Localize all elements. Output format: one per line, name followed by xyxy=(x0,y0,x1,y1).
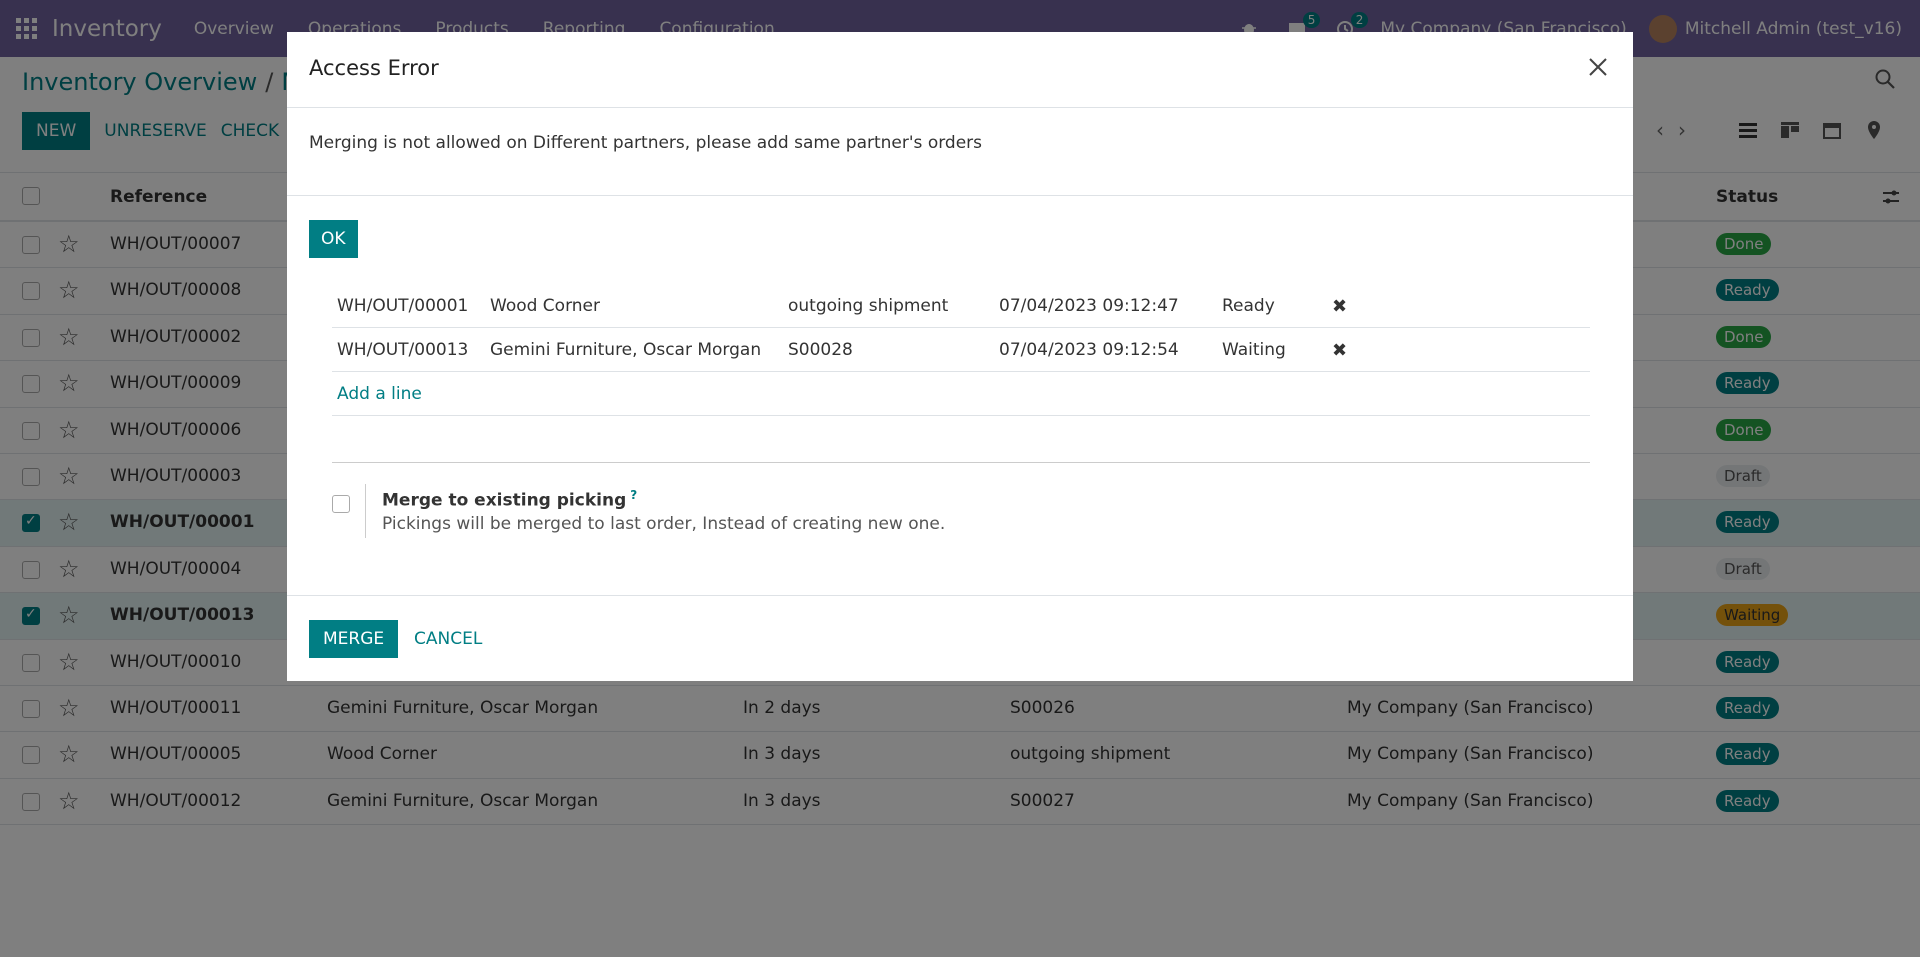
wizard-line: WH/OUT/00013 Gemini Furniture, Oscar Mor… xyxy=(332,328,1590,372)
line-partner: Wood Corner xyxy=(490,296,600,316)
line-state: Ready xyxy=(1222,296,1275,316)
dialog-title: Access Error xyxy=(309,56,439,80)
access-error-dialog: Access Error Merging is not allowed on D… xyxy=(287,32,1633,281)
dialog-footer: OK xyxy=(309,220,358,258)
help-tooltip-icon[interactable]: ? xyxy=(630,488,637,502)
add-line-row: Add a line xyxy=(332,372,1590,416)
line-origin: S00028 xyxy=(788,340,853,360)
close-icon[interactable] xyxy=(1587,56,1611,80)
line-origin: outgoing shipment xyxy=(788,296,949,316)
wizard-divider xyxy=(332,462,1590,463)
wizard-pickings-table: WH/OUT/00001 Wood Corner outgoing shipme… xyxy=(332,284,1590,416)
line-partner: Gemini Furniture, Oscar Morgan xyxy=(490,340,762,360)
line-state: Waiting xyxy=(1222,340,1286,360)
ok-button[interactable]: OK xyxy=(309,220,358,258)
add-line-link[interactable]: Add a line xyxy=(337,384,422,404)
line-date: 07/04/2023 09:12:54 xyxy=(999,340,1179,360)
line-reference: WH/OUT/00013 xyxy=(337,340,469,360)
error-message: Merging is not allowed on Different part… xyxy=(309,133,983,153)
merge-existing-checkbox[interactable] xyxy=(332,495,350,513)
wizard-line: WH/OUT/00001 Wood Corner outgoing shipme… xyxy=(332,284,1590,328)
merge-button[interactable]: MERGE xyxy=(309,620,399,658)
delete-line-icon[interactable]: ✖ xyxy=(1332,296,1347,317)
merge-existing-description: Pickings will be merged to last order, I… xyxy=(382,514,946,534)
dialog-header: Access Error xyxy=(287,32,1633,108)
wizard-footer: MERGE CANCEL xyxy=(287,595,1633,681)
merge-existing-label: Merge to existing picking? xyxy=(382,488,638,511)
line-reference: WH/OUT/00001 xyxy=(337,296,469,316)
merge-existing-option: Merge to existing picking? Pickings will… xyxy=(332,484,1032,538)
dialog-body: Merging is not allowed on Different part… xyxy=(287,108,1633,196)
line-date: 07/04/2023 09:12:47 xyxy=(999,296,1179,316)
option-divider xyxy=(365,484,366,538)
delete-line-icon[interactable]: ✖ xyxy=(1332,340,1347,361)
cancel-button[interactable]: CANCEL xyxy=(414,620,482,658)
